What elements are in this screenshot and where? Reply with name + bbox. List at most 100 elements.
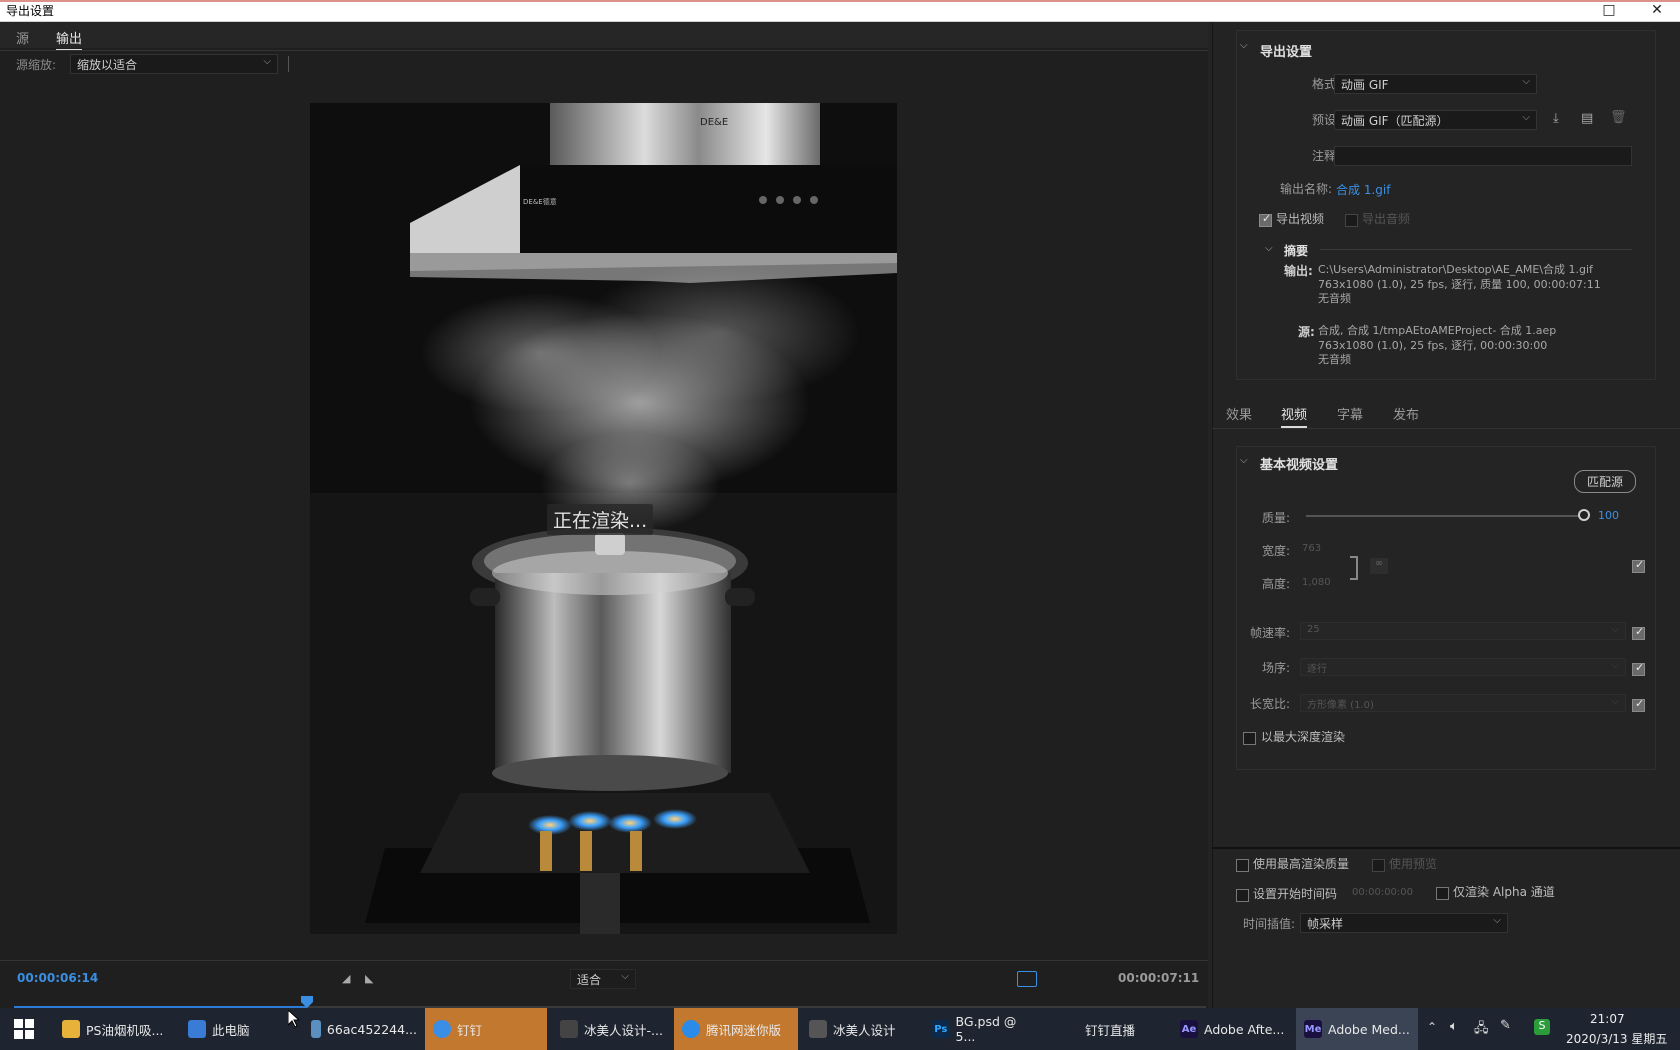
link-icon[interactable]: ∞ [1370, 558, 1388, 574]
media-encoder-icon: Me [1304, 1020, 1322, 1038]
app-icon [809, 1020, 827, 1038]
collapse-icon[interactable]: ⌵ [1240, 455, 1248, 466]
taskbar-item-active[interactable]: 钉钉 [425, 1008, 547, 1050]
tab-video[interactable]: 视频 [1281, 404, 1308, 428]
frame-rate-value: 25 [1307, 624, 1320, 635]
taskbar-item[interactable]: 冰美人设计-... [552, 1008, 674, 1050]
start-tc-checkbox[interactable] [1236, 887, 1249, 906]
tab-output[interactable]: 输出 [56, 28, 83, 51]
taskbar-item-active[interactable]: Me Adobe Med... [1296, 1008, 1418, 1050]
divider [0, 50, 1208, 51]
divider [0, 960, 1208, 961]
tab-source[interactable]: 源 [16, 28, 29, 47]
taskbar-item-label: 此电脑 [212, 1022, 250, 1038]
taskbar-item[interactable]: Ae Adobe Afte... [1172, 1008, 1294, 1050]
aspect-label: 长宽比: [1249, 697, 1290, 711]
field-order-label: 场序: [1261, 661, 1290, 675]
checkbox-box [1236, 859, 1249, 872]
quality-slider-knob[interactable] [1578, 509, 1590, 521]
quality-value[interactable]: 100 [1598, 509, 1619, 522]
export-audio-label: 导出音频 [1362, 212, 1411, 226]
window-titlebar: 导出设置 □ ✕ [0, 0, 1680, 22]
checkbox-box [1243, 732, 1256, 745]
taskbar-item[interactable]: 冰美人设计 [801, 1008, 923, 1050]
check-icon: ✓ [1635, 625, 1645, 638]
export-audio-checkbox[interactable] [1345, 212, 1358, 231]
close-button[interactable]: ✕ [1640, 0, 1674, 22]
summary-output-audio: 无音频 [1318, 292, 1351, 305]
summary-title: 摘要 [1284, 244, 1309, 258]
pen-icon[interactable]: ✎ [1500, 1018, 1511, 1033]
use-preview-checkbox[interactable] [1372, 857, 1385, 876]
delete-preset-icon[interactable]: 🗑 [1610, 110, 1627, 125]
aspect-select[interactable]: 方形像素 (1.0) ⌵ [1300, 694, 1626, 712]
playhead-icon[interactable] [301, 996, 314, 1008]
network-icon[interactable]: 🖧 [1474, 1019, 1489, 1041]
checkbox-box: ✓ [1632, 625, 1645, 640]
tab-effects[interactable]: 效果 [1226, 404, 1252, 423]
max-depth-checkbox[interactable] [1243, 730, 1256, 749]
divider [1212, 847, 1680, 849]
use-preview-label: 使用预览 [1389, 857, 1438, 871]
match-size-checkbox[interactable]: ✓ [1632, 558, 1645, 577]
save-preset-icon[interactable]: ⤓ [1553, 111, 1559, 126]
taskbar-item-label: 钉钉直播 [1085, 1022, 1136, 1038]
after-effects-icon: Ae [1180, 1020, 1198, 1038]
taskbar-item-label: 冰美人设计-... [584, 1022, 663, 1038]
taskbar-item-label: 66ac452244... [326, 1021, 417, 1037]
import-preset-icon[interactable]: ▤ [1581, 111, 1593, 126]
current-timecode[interactable]: 00:00:06:14 [17, 971, 98, 985]
checkbox-box [1236, 889, 1249, 902]
max-quality-checkbox[interactable] [1236, 857, 1249, 876]
set-in-point-icon[interactable]: ◢ [342, 972, 350, 985]
restore-button[interactable]: □ [1592, 0, 1626, 22]
tencent-icon [682, 1020, 700, 1038]
collapse-icon[interactable]: ⌵ [1265, 243, 1273, 254]
volume-icon[interactable]: 🔈︎ [1450, 1019, 1458, 1034]
tab-captions[interactable]: 字幕 [1337, 404, 1363, 423]
divider [1212, 428, 1680, 429]
source-zoom-select[interactable]: 缩放以适合 ⌵ [70, 54, 278, 74]
frame-rate-select[interactable]: 25 ⌵ [1300, 622, 1626, 640]
chevron-down-icon: ⌵ [1522, 112, 1530, 123]
summary-source-label: 源: [1298, 325, 1315, 339]
tray-expand-icon[interactable]: ⌃ [1427, 1020, 1437, 1034]
alpha-only-checkbox[interactable] [1436, 885, 1449, 904]
taskbar-item[interactable]: 66ac452244... [303, 1008, 425, 1050]
aspect-value: 方形像素 (1.0) [1307, 700, 1374, 711]
width-value: 763 [1302, 543, 1322, 554]
interp-select[interactable]: 帧采样 ⌵ [1300, 913, 1508, 933]
start-tc-value: 00:00:00:00 [1352, 887, 1414, 898]
clock-time[interactable]: 21:07 [1590, 1012, 1625, 1026]
check-icon: ✓ [1635, 558, 1645, 571]
taskbar-item[interactable]: PS油烟机吸... [54, 1008, 176, 1050]
match-aspect-checkbox[interactable]: ✓ [1632, 697, 1645, 716]
export-video-checkbox[interactable]: ✓ [1259, 212, 1272, 231]
taskbar-item[interactable]: 钉钉直播 [1077, 1008, 1177, 1050]
aspect-correction-icon[interactable] [1017, 971, 1037, 987]
windows-start-icon[interactable] [14, 1019, 34, 1039]
summary-output-label: 输出: [1284, 264, 1313, 278]
match-source-button[interactable]: 匹配源 [1574, 470, 1637, 493]
checkbox-box: ✓ [1259, 212, 1272, 227]
quality-slider-track[interactable] [1306, 515, 1584, 517]
tab-publish[interactable]: 发布 [1393, 404, 1419, 423]
comment-input[interactable] [1334, 146, 1632, 166]
clock-date[interactable]: 2020/3/13 星期五 [1566, 1030, 1667, 1047]
output-name-label: 输出名称: [1279, 182, 1332, 196]
preset-select[interactable]: 动画 GIF（匹配源） ⌵ [1334, 110, 1537, 130]
match-frame-rate-checkbox[interactable]: ✓ [1632, 625, 1645, 644]
taskbar-item-active[interactable]: 腾讯网迷你版 [674, 1008, 798, 1050]
ime-icon[interactable]: S [1534, 1019, 1550, 1035]
field-order-select[interactable]: 逐行 ⌵ [1300, 658, 1626, 676]
taskbar-item[interactable]: Ps BG.psd @ 5... [924, 1008, 1046, 1050]
output-name-link[interactable]: 合成 1.gif [1336, 181, 1390, 198]
collapse-icon[interactable]: ⌵ [1240, 40, 1248, 51]
set-out-point-icon[interactable]: ◣ [365, 972, 373, 985]
taskbar-item[interactable]: 此电脑 [180, 1008, 302, 1050]
match-field-order-checkbox[interactable]: ✓ [1632, 661, 1645, 680]
summary-output-spec: 763x1080 (1.0), 25 fps, 逐行, 质量 100, 00:0… [1318, 278, 1601, 291]
format-select[interactable]: 动画 GIF ⌵ [1334, 74, 1537, 94]
fit-select[interactable]: 适合 ⌵ [570, 969, 636, 989]
interp-value: 帧采样 [1307, 917, 1344, 931]
